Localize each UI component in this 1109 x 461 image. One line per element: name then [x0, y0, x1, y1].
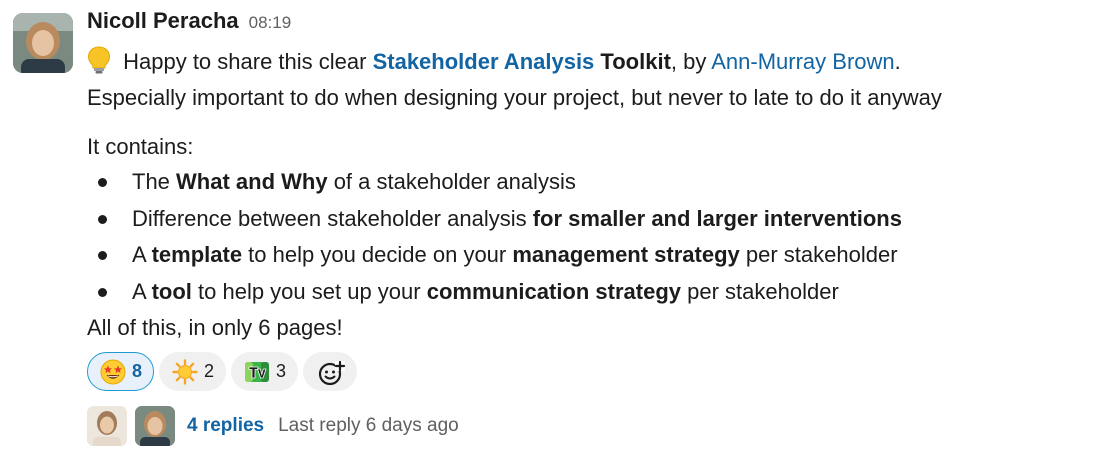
bullet-dot: [98, 178, 107, 187]
add-reaction-icon: [317, 359, 346, 385]
text: A: [132, 278, 152, 304]
list-item: The What and Why of a stakeholder analys…: [87, 168, 902, 205]
message-header: Nicoll Peracha 08:19: [87, 8, 291, 34]
reaction-sun[interactable]: 2: [159, 352, 227, 391]
reply-avatar: [135, 406, 175, 446]
message-line-1: Happy to share this clear Stakeholder An…: [87, 46, 901, 76]
bold-text: management strategy: [512, 242, 740, 267]
text: A: [132, 242, 152, 267]
list-item: Difference between stakeholder analysis …: [87, 205, 902, 242]
stakeholder-analysis-link[interactable]: Stakeholder Analysis: [373, 49, 595, 74]
sender-avatar[interactable]: [13, 13, 73, 73]
timestamp[interactable]: 08:19: [249, 13, 292, 33]
bold-text: communication strategy: [426, 278, 682, 304]
text: of a stakeholder analysis: [327, 169, 576, 194]
bullet-list: The What and Why of a stakeholder analys…: [87, 168, 902, 314]
text: The: [132, 169, 177, 194]
message-line-2: Especially important to do when designin…: [87, 85, 942, 110]
reaction-count: 8: [132, 361, 143, 381]
bullet-dot: [98, 287, 107, 297]
bold-text: for smaller and larger interventions: [532, 205, 902, 231]
text: Happy to share this clear: [117, 49, 373, 74]
message-line-3: It contains:: [87, 134, 194, 159]
star-struck-emoji-icon: [100, 359, 126, 385]
reaction-count: 3: [276, 361, 287, 381]
replies-link[interactable]: 4 replies: [187, 415, 264, 437]
message-line-4: All of this, in only 6 pages!: [87, 315, 343, 340]
bulb-icon: [87, 46, 117, 76]
reaction-bar: 8 2 3: [87, 352, 358, 391]
text: to help you decide on your: [242, 242, 513, 267]
avatar-image: [13, 13, 73, 73]
thread-summary[interactable]: 4 replies Last reply 6 days ago: [87, 406, 459, 446]
reaction-count: 2: [204, 361, 215, 381]
bold-text: Toolkit: [600, 49, 671, 74]
text: to help you set up your: [191, 278, 427, 304]
add-reaction-button[interactable]: [303, 352, 358, 391]
list-item: A tool to help you set up your communica…: [87, 278, 902, 315]
text: per stakeholder: [681, 278, 839, 304]
list-item: A template to help you decide on your ma…: [87, 241, 902, 278]
tv-emoji-icon: [244, 359, 270, 385]
author-link[interactable]: Ann-Murray Brown: [711, 49, 894, 74]
text: Difference between stakeholder analysis: [132, 205, 533, 231]
reaction-star-struck[interactable]: 8: [87, 352, 155, 391]
sender-name[interactable]: Nicoll Peracha: [87, 8, 239, 34]
bullet-dot: [98, 251, 107, 260]
bold-text: tool: [151, 278, 192, 304]
reaction-tv[interactable]: 3: [231, 352, 299, 391]
last-reply-text: Last reply 6 days ago: [278, 415, 459, 436]
bold-text: template: [151, 242, 243, 267]
reply-avatar: [87, 406, 127, 446]
sun-emoji-icon: [172, 358, 198, 385]
text: .: [894, 49, 901, 74]
text: per stakeholder: [739, 242, 898, 267]
bold-text: What and Why: [176, 169, 328, 194]
bullet-dot: [98, 214, 107, 224]
text: , by: [670, 49, 712, 74]
